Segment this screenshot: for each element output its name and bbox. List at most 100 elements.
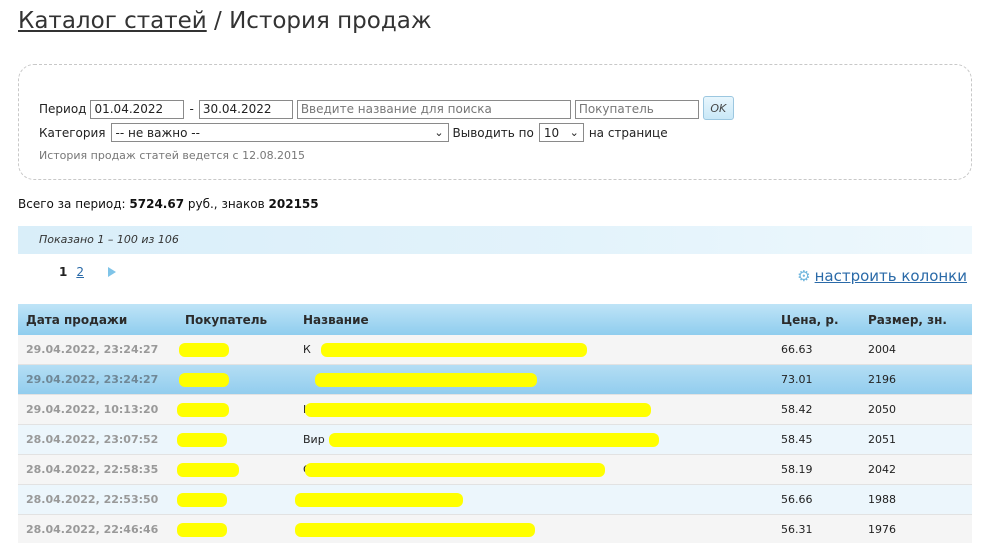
cell-title — [295, 515, 773, 543]
redaction-mark — [305, 463, 605, 477]
redaction-mark — [177, 463, 239, 477]
cell-buyer[interactable] — [177, 425, 295, 454]
cell-price: 58.42 — [781, 403, 813, 416]
article-title: К — [303, 343, 311, 356]
period-label: Период — [39, 102, 87, 116]
next-page-icon[interactable] — [108, 267, 116, 277]
configure-columns-link[interactable]: ⚙ настроить колонки — [797, 267, 967, 285]
chevron-down-icon: ⌄ — [569, 126, 579, 139]
redaction-mark — [177, 403, 229, 417]
pagination: 1 2 — [59, 265, 116, 279]
redaction-mark — [177, 433, 227, 447]
category-select-value: -- не важно -- — [115, 125, 200, 140]
buyer-input[interactable] — [574, 99, 699, 119]
redaction-mark — [329, 433, 659, 447]
cell-buyer[interactable] — [177, 515, 295, 543]
filter-panel: Период - OK Категория -- не важно -- ⌄ В… — [18, 64, 972, 180]
cell-size: 1988 — [868, 493, 896, 506]
history-note: История продаж статей ведется с 12.08.20… — [39, 149, 306, 162]
cell-size: 2004 — [868, 343, 896, 356]
total-label: Всего за период: — [18, 197, 126, 211]
cell-date: 29.04.2022, 23:24:27 — [26, 373, 159, 386]
cell-date: 28.04.2022, 22:53:50 — [26, 493, 159, 506]
cell-price: 56.66 — [781, 493, 813, 506]
redaction-mark — [305, 403, 651, 417]
article-title: Вир — [303, 433, 325, 446]
page-title: Каталог статей / История продаж — [18, 8, 432, 34]
category-select[interactable]: -- не важно -- ⌄ — [110, 123, 449, 142]
date-from-input[interactable] — [90, 99, 185, 119]
configure-columns-label: настроить колонки — [814, 267, 967, 285]
cell-size: 2051 — [868, 433, 896, 446]
total-chars: 202155 — [268, 197, 319, 211]
per-page-suffix: на странице — [588, 125, 668, 140]
col-header-price[interactable]: Цена, р. — [773, 313, 860, 327]
table-row[interactable]: 28.04.2022, 23:07:52 Вир 58.45 2051 — [18, 425, 972, 455]
cell-date: 28.04.2022, 22:58:35 — [26, 463, 159, 476]
table-row[interactable]: 29.04.2022, 23:24:27 К 66.63 2004 — [18, 335, 972, 365]
per-page-label: Выводить по — [452, 125, 534, 140]
gear-icon: ⚙ — [797, 267, 811, 285]
redaction-mark — [177, 523, 227, 537]
date-to-input[interactable] — [198, 99, 293, 119]
table-row[interactable]: 28.04.2022, 22:53:50 56.66 1988 — [18, 485, 972, 515]
redaction-mark — [321, 343, 587, 357]
filter-row-category: Категория -- не важно -- ⌄ Выводить по 1… — [39, 123, 668, 142]
catalog-link[interactable]: Каталог статей — [18, 8, 207, 34]
cell-buyer[interactable] — [177, 485, 295, 514]
redaction-mark — [315, 373, 537, 387]
category-label: Категория — [39, 125, 106, 140]
sales-table: Дата продажи Покупатель Название Цена, р… — [18, 304, 972, 543]
redaction-mark — [295, 523, 535, 537]
col-header-buyer[interactable]: Покупатель — [177, 313, 295, 327]
cell-title — [295, 485, 773, 514]
cell-date: 29.04.2022, 10:13:20 — [26, 403, 159, 416]
col-header-size[interactable]: Размер, зн. — [860, 313, 972, 327]
page-current: 1 — [59, 265, 68, 279]
cell-title: К — [295, 335, 773, 364]
cell-price: 73.01 — [781, 373, 813, 386]
sales-history-page: Каталог статей / История продаж Период -… — [0, 0, 1000, 543]
cell-date: 29.04.2022, 23:24:27 — [26, 343, 159, 356]
filter-row-period: Период - OK — [39, 96, 734, 120]
search-input[interactable] — [296, 99, 571, 119]
cell-date: 28.04.2022, 22:46:46 — [26, 523, 159, 536]
cell-size: 2050 — [868, 403, 896, 416]
table-row[interactable]: 28.04.2022, 22:46:46 56.31 1976 — [18, 515, 972, 543]
chevron-down-icon: ⌄ — [434, 126, 444, 139]
table-row[interactable]: 28.04.2022, 22:58:35 С 58.19 2042 — [18, 455, 972, 485]
cell-date: 28.04.2022, 23:07:52 — [26, 433, 159, 446]
page-link-2[interactable]: 2 — [76, 265, 84, 279]
total-amount: 5724.67 — [129, 197, 185, 211]
ok-button[interactable]: OK — [702, 96, 734, 120]
redaction-mark — [295, 493, 463, 507]
redaction-mark — [179, 373, 229, 387]
period-total: Всего за период: 5724.67 руб., знаков 20… — [18, 197, 319, 211]
redaction-mark — [179, 343, 229, 357]
cell-buyer[interactable] — [177, 365, 295, 394]
title-separator: / — [214, 8, 222, 34]
cell-size: 1976 — [868, 523, 896, 536]
table-row[interactable]: 29.04.2022, 23:24:27 73.01 2196 — [18, 365, 972, 395]
col-header-date[interactable]: Дата продажи — [18, 313, 177, 327]
cell-title: К — [295, 395, 773, 424]
redaction-mark — [177, 493, 227, 507]
table-row[interactable]: 29.04.2022, 10:13:20 К 58.42 2050 — [18, 395, 972, 425]
table-header: Дата продажи Покупатель Название Цена, р… — [18, 304, 972, 335]
cell-buyer[interactable] — [177, 335, 295, 364]
cell-price: 58.19 — [781, 463, 813, 476]
cell-size: 2042 — [868, 463, 896, 476]
cell-price: 58.45 — [781, 433, 813, 446]
cell-size: 2196 — [868, 373, 896, 386]
current-page-title: История продаж — [229, 8, 432, 34]
cell-buyer[interactable] — [177, 395, 295, 424]
cell-buyer[interactable] — [177, 455, 295, 484]
shown-count-bar: Показано 1 – 100 из 106 — [18, 226, 972, 254]
per-page-select[interactable]: 10 ⌄ — [538, 123, 584, 142]
per-page-select-value: 10 — [543, 125, 560, 140]
cell-price: 66.63 — [781, 343, 813, 356]
cell-title: С — [295, 455, 773, 484]
cell-price: 56.31 — [781, 523, 813, 536]
total-currency: руб., знаков — [187, 197, 265, 211]
col-header-title[interactable]: Название — [295, 313, 773, 327]
